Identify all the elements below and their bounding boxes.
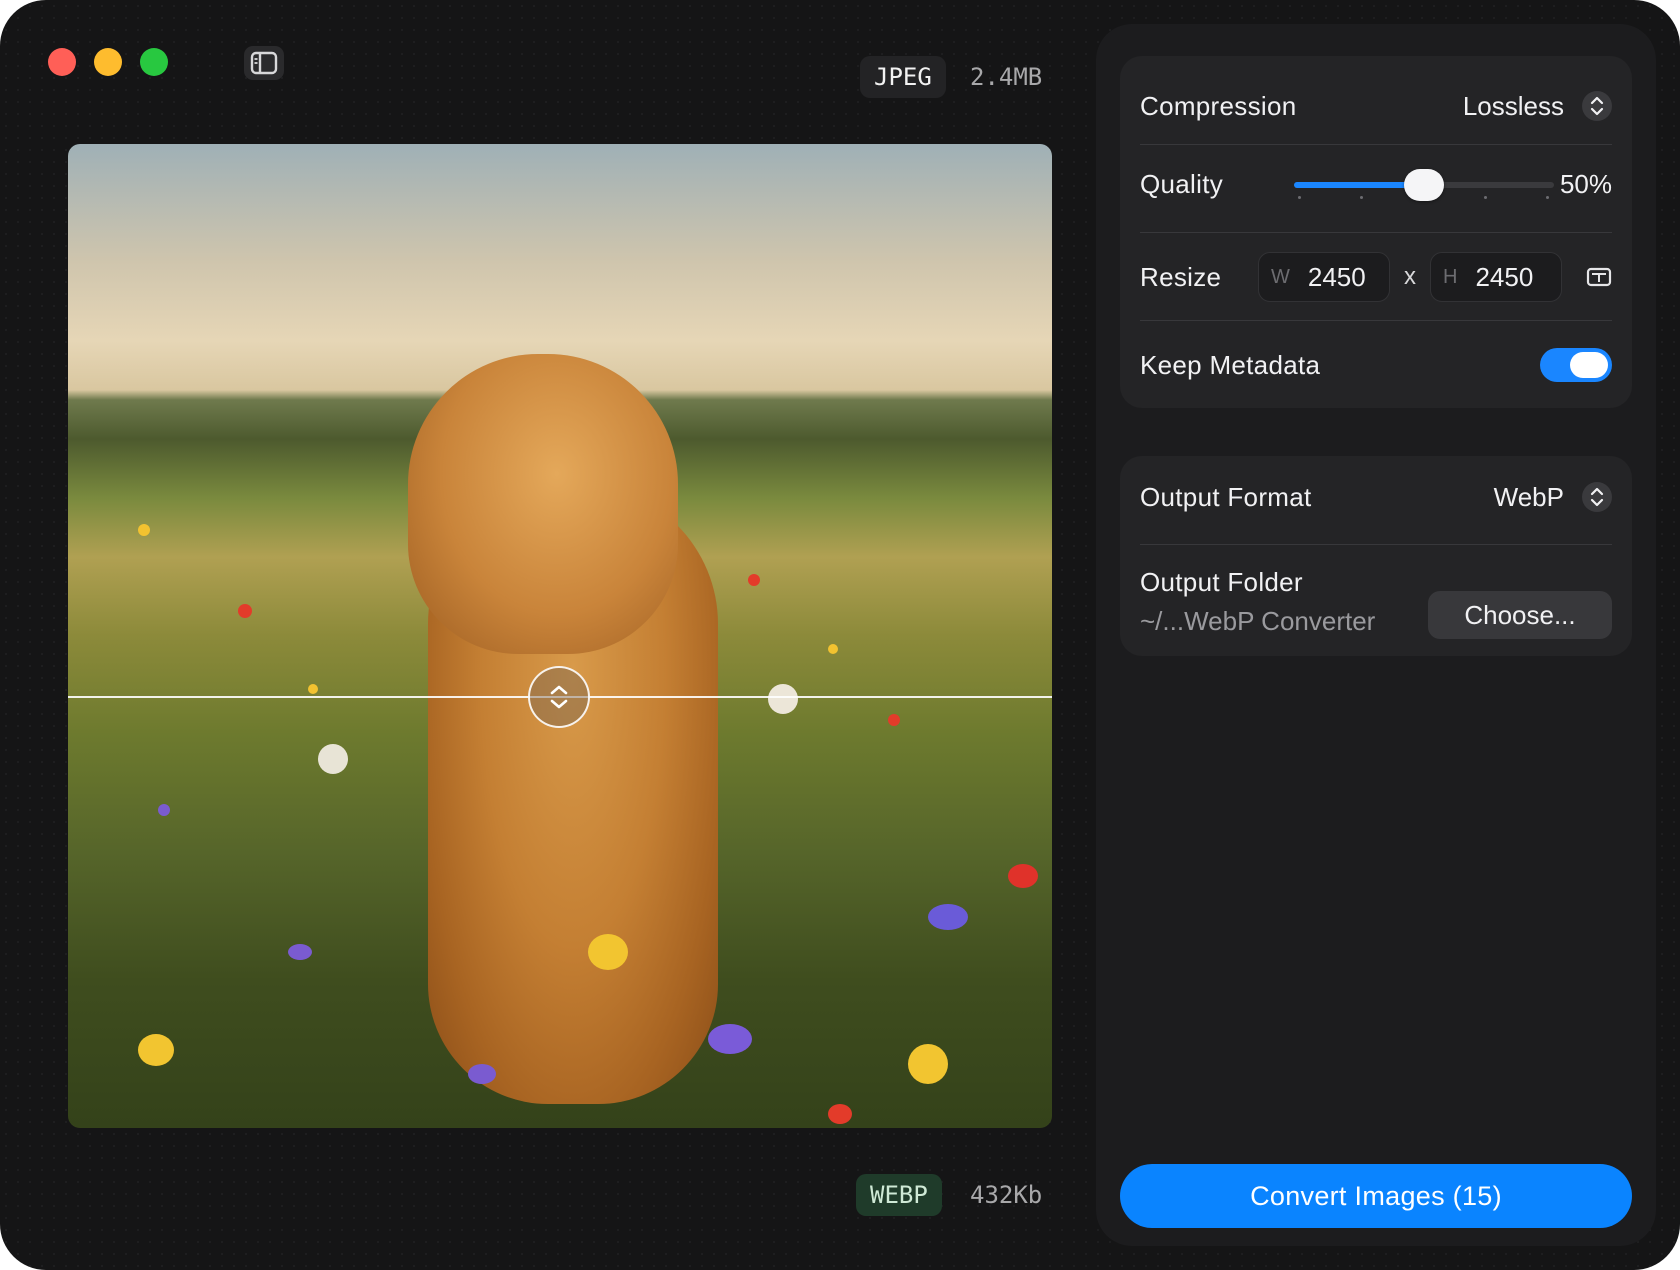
- aspect-lock-button[interactable]: [1586, 266, 1612, 288]
- flower: [908, 1044, 948, 1084]
- quality-slider[interactable]: [1294, 164, 1554, 204]
- flower: [138, 524, 150, 536]
- choose-folder-button[interactable]: Choose...: [1428, 591, 1612, 639]
- slider-tick: [1298, 196, 1301, 199]
- convert-images-button[interactable]: Convert Images (15): [1120, 1164, 1632, 1228]
- settings-card: Compression Lossless Quality 50% Resize …: [1120, 56, 1632, 408]
- keep-metadata-label: Keep Metadata: [1140, 349, 1321, 380]
- output-folder-label: Output Folder: [1140, 567, 1303, 597]
- quality-label: Quality: [1140, 168, 1224, 199]
- output-folder-path: ~/...WebP Converter: [1140, 606, 1376, 636]
- height-prefix: H: [1443, 265, 1458, 288]
- output-folder-info: Output Folder ~/...WebP Converter: [1140, 567, 1375, 637]
- compression-row: Compression Lossless: [1140, 76, 1612, 136]
- original-file-size: 2.4MB: [970, 63, 1043, 91]
- output-format-value[interactable]: WebP: [1494, 482, 1564, 513]
- chevron-up-down-icon: [1590, 487, 1604, 507]
- separator: [1140, 320, 1612, 321]
- flower: [828, 644, 838, 654]
- flower: [708, 1024, 752, 1054]
- chevron-up-down-icon: [550, 685, 568, 709]
- compression-value[interactable]: Lossless: [1463, 91, 1564, 122]
- width-prefix: W: [1271, 265, 1290, 288]
- compare-divider-handle[interactable]: [528, 666, 590, 728]
- resize-row: Resize W 2450 x H 2450: [1140, 250, 1612, 304]
- separator: [1140, 232, 1612, 233]
- sidebar-toggle-button[interactable]: [244, 46, 284, 80]
- flower: [288, 944, 312, 960]
- aspect-ratio-icon: [1586, 267, 1612, 287]
- slider-tick: [1546, 196, 1549, 199]
- compression-select[interactable]: [1582, 91, 1612, 121]
- flower: [308, 684, 318, 694]
- height-value[interactable]: 2450: [1475, 262, 1533, 293]
- metadata-row: Keep Metadata: [1140, 338, 1612, 392]
- output-card: Output Format WebP Output Folder ~/...We…: [1120, 456, 1632, 656]
- flower: [748, 574, 760, 586]
- close-window-button[interactable]: [48, 48, 76, 76]
- minimize-window-button[interactable]: [94, 48, 122, 76]
- flower: [828, 1104, 852, 1124]
- output-format-row: Output Format WebP: [1140, 470, 1612, 524]
- flower: [768, 684, 798, 714]
- flower: [238, 604, 252, 618]
- separator: [1140, 544, 1612, 545]
- image-preview[interactable]: [68, 144, 1052, 1128]
- flower: [1008, 864, 1038, 888]
- keep-metadata-toggle[interactable]: [1540, 348, 1612, 382]
- resize-label: Resize: [1140, 261, 1222, 292]
- compression-label: Compression: [1140, 90, 1297, 121]
- flower: [158, 804, 170, 816]
- slider-tick: [1484, 196, 1487, 199]
- dog-head: [408, 354, 678, 654]
- toggle-knob: [1570, 352, 1608, 378]
- output-format-label: Output Format: [1140, 481, 1312, 512]
- slider-tick: [1360, 196, 1363, 199]
- converted-format-badge: WEBP: [856, 1174, 942, 1216]
- output-folder-row: Output Folder ~/...WebP Converter Choose…: [1140, 560, 1612, 644]
- sidebar-icon: [250, 51, 278, 75]
- flower: [588, 934, 628, 970]
- flower: [138, 1034, 174, 1066]
- width-field[interactable]: W 2450: [1258, 252, 1390, 302]
- flower: [318, 744, 348, 774]
- flower: [888, 714, 900, 726]
- output-format-select[interactable]: [1582, 482, 1612, 512]
- converted-file-size: 432Kb: [970, 1181, 1043, 1209]
- separator: [1140, 144, 1612, 145]
- chevron-up-down-icon: [1590, 96, 1604, 116]
- times-sign: x: [1404, 263, 1416, 290]
- zoom-window-button[interactable]: [140, 48, 168, 76]
- width-value[interactable]: 2450: [1308, 262, 1366, 293]
- flower: [928, 904, 968, 930]
- quality-row: Quality 50%: [1140, 164, 1612, 204]
- app-window: JPEG 2.4MB WEBP 432Kb Compression Lossle…: [0, 0, 1680, 1270]
- quality-slider-knob[interactable]: [1404, 169, 1444, 201]
- flower: [468, 1064, 496, 1084]
- height-field[interactable]: H 2450: [1430, 252, 1562, 302]
- quality-value: 50%: [1559, 168, 1612, 199]
- original-format-badge: JPEG: [860, 56, 946, 98]
